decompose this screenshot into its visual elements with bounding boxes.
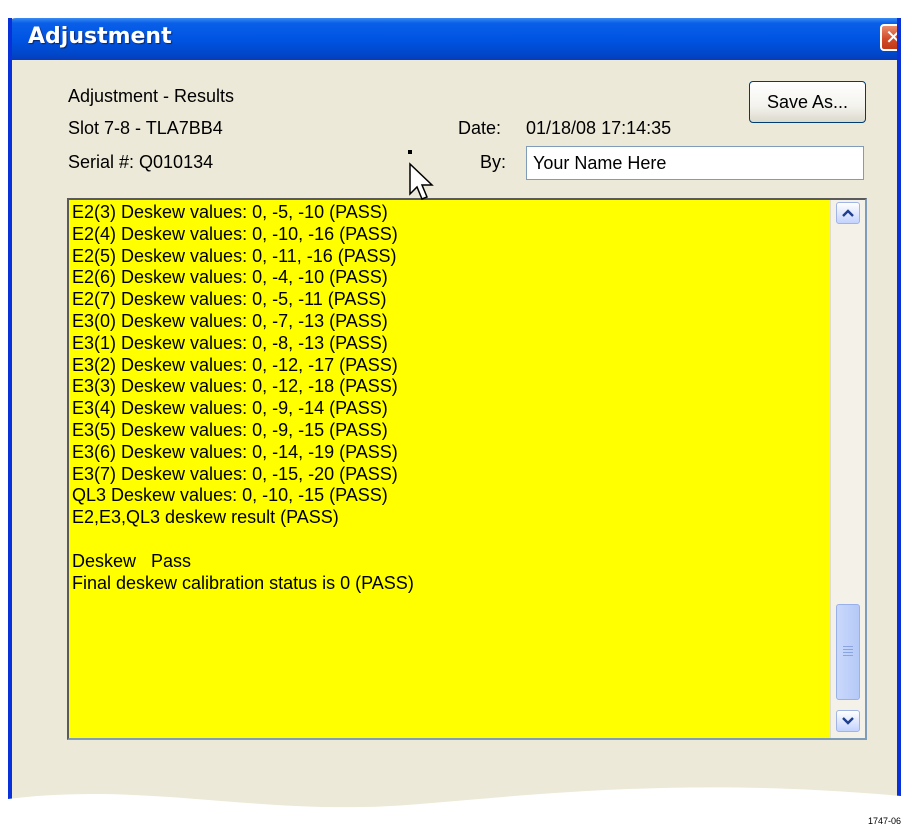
by-label: By: — [480, 152, 507, 172]
close-icon[interactable]: ✕ — [880, 24, 897, 51]
figure-number: 1747-06 — [867, 816, 901, 826]
result-line: E3(1) Deskew values: 0, -8, -13 (PASS) — [72, 332, 388, 353]
adjustment-window: Adjustment ✕ Adjustment - Results Slot 7… — [8, 18, 901, 828]
slot-label: Slot 7-8 - TLA7BB4 — [68, 118, 223, 138]
torn-edge — [0, 787, 901, 828]
serial-label: Serial #: Q010134 — [68, 152, 214, 172]
result-line: E2,E3,QL3 deskew result (PASS) — [72, 507, 339, 528]
result-line: QL3 Deskew values: 0, -10, -15 (PASS) — [72, 485, 388, 506]
result-line — [72, 529, 827, 551]
result-line: E2(7) Deskew values: 0, -5, -11 (PASS) — [72, 289, 387, 310]
result-line: E3(3) Deskew values: 0, -12, -18 (PASS) — [72, 376, 398, 397]
result-line: E3(5) Deskew values: 0, -9, -15 (PASS) — [72, 419, 388, 440]
results-textbox[interactable]: E2(3) Deskew values: 0, -5, -10 (PASS) E2… — [67, 198, 867, 740]
chevron-up-icon — [842, 209, 854, 217]
result-line: E2(6) Deskew values: 0, -4, -10 (PASS) — [72, 267, 388, 288]
mouse-pointer-icon — [408, 150, 434, 200]
result-line: Deskew Pass — [72, 550, 192, 571]
result-line: E3(6) Deskew values: 0, -14, -19 (PASS) — [72, 441, 398, 462]
vertical-scrollbar[interactable] — [830, 200, 865, 738]
result-line: E3(2) Deskew values: 0, -12, -17 (PASS) — [72, 354, 398, 375]
save-as-button[interactable]: Save As... — [749, 81, 866, 123]
results-lines: E2(3) Deskew values: 0, -5, -10 (PASS) E2… — [72, 202, 827, 594]
result-line: E2(3) Deskew values: 0, -5, -10 (PASS) — [72, 202, 388, 222]
scroll-thumb[interactable] — [836, 604, 860, 700]
result-line: Final deskew calibration status is 0 (PA… — [72, 572, 414, 593]
date-value: 01/18/08 17:14:35 — [526, 118, 672, 138]
result-line: E2(5) Deskew values: 0, -11, -16 (PASS) — [72, 245, 397, 266]
title-bar[interactable]: Adjustment ✕ — [12, 18, 897, 60]
result-line: E2(4) Deskew values: 0, -10, -16 (PASS) — [72, 223, 398, 244]
by-name-field[interactable]: Your Name Here — [526, 146, 864, 180]
chevron-down-icon — [842, 717, 854, 725]
scroll-down-button[interactable] — [836, 710, 860, 732]
scroll-up-button[interactable] — [836, 202, 860, 224]
date-label: Date: — [458, 118, 502, 138]
result-line: E3(7) Deskew values: 0, -15, -20 (PASS) — [72, 463, 398, 484]
result-line: E3(0) Deskew values: 0, -7, -13 (PASS) — [72, 310, 388, 331]
window-title: Adjustment — [28, 24, 172, 49]
result-line: E3(4) Deskew values: 0, -9, -14 (PASS) — [72, 398, 388, 419]
results-heading: Adjustment - Results — [68, 86, 235, 106]
